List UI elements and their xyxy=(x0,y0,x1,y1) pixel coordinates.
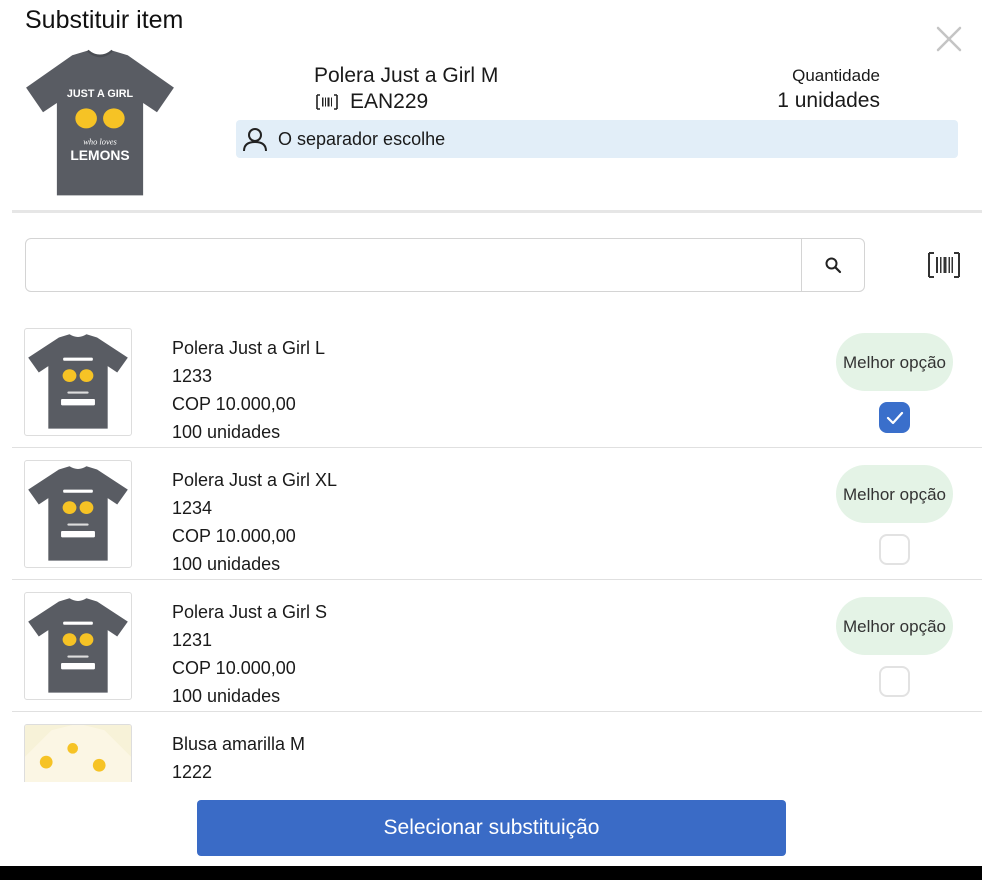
item-checkbox[interactable] xyxy=(879,402,910,433)
search-icon xyxy=(825,257,842,274)
barcode-scan-icon[interactable] xyxy=(928,252,960,278)
product-name: Polera Just a Girl M xyxy=(314,64,499,87)
item-code: 1233 xyxy=(172,366,213,386)
best-option-badge: Melhor opção xyxy=(836,333,953,391)
ean-code: EAN229 xyxy=(350,90,429,113)
product-image: JUST A GIRL who loves LEMONS xyxy=(20,46,180,200)
search-button[interactable] xyxy=(801,239,864,291)
shirt-icon xyxy=(24,592,132,700)
shirt-icon xyxy=(24,460,132,568)
item-name: Polera Just a Girl S xyxy=(172,602,328,622)
item-info: Polera Just a Girl L 1233 COP 10.000,00 … xyxy=(172,334,325,446)
item-info: Blusa amarilla M 1222 xyxy=(172,730,305,782)
item-stock: 100 unidades xyxy=(172,686,281,706)
item-stock: 100 unidades xyxy=(172,422,281,442)
item-price: COP 10.000,00 xyxy=(172,394,296,414)
item-name: Polera Just a Girl XL xyxy=(172,470,338,490)
list-item[interactable]: Polera Just a Girl S 1231 COP 10.000,00 … xyxy=(12,580,982,712)
header-divider xyxy=(12,210,982,213)
shirt-print-line1: JUST A GIRL xyxy=(67,88,134,100)
ean-row: EAN229 xyxy=(316,90,428,114)
item-info: Polera Just a Girl XL 1234 COP 10.000,00… xyxy=(172,466,337,578)
picker-choice-text: O separador escolhe xyxy=(278,128,446,149)
blouse-icon xyxy=(24,724,132,782)
item-code: 1231 xyxy=(172,630,213,650)
item-price: COP 10.000,00 xyxy=(172,526,296,546)
shirt-icon xyxy=(24,328,132,436)
search-bar xyxy=(25,238,865,292)
list-item[interactable]: Polera Just a Girl L 1233 COP 10.000,00 … xyxy=(12,316,982,448)
substitute-item-modal: Substituir item JUST A GIRL who loves LE… xyxy=(0,0,982,866)
shirt-print-line2: who loves xyxy=(83,137,117,147)
list-item[interactable]: Polera Just a Girl XL 1234 COP 10.000,00… xyxy=(12,448,982,580)
quantity-value: 1 unidades xyxy=(777,89,880,112)
select-substitution-button[interactable]: Selecionar substituição xyxy=(197,800,786,856)
picker-choice-banner: O separador escolhe xyxy=(236,120,958,158)
item-code: 1222 xyxy=(172,762,213,782)
item-checkbox[interactable] xyxy=(879,534,910,565)
item-code: 1234 xyxy=(172,498,213,518)
best-option-badge: Melhor opção xyxy=(836,597,953,655)
item-info: Polera Just a Girl S 1231 COP 10.000,00 … xyxy=(172,598,327,710)
list-item[interactable]: Blusa amarilla M 1222 xyxy=(12,712,982,782)
checkmark-icon xyxy=(886,411,903,424)
item-checkbox[interactable] xyxy=(879,666,910,697)
modal-title: Substituir item xyxy=(25,6,184,34)
item-name: Polera Just a Girl L xyxy=(172,338,326,358)
barcode-icon xyxy=(316,94,338,110)
shirt-print-line3: LEMONS xyxy=(70,147,129,163)
best-option-badge: Melhor opção xyxy=(836,465,953,523)
person-icon xyxy=(243,128,267,152)
item-name: Blusa amarilla M xyxy=(172,734,306,754)
item-stock: 100 unidades xyxy=(172,554,281,574)
item-price: COP 10.000,00 xyxy=(172,658,296,678)
quantity-label: Quantidade xyxy=(792,66,880,85)
substitution-list: Polera Just a Girl L 1233 COP 10.000,00 … xyxy=(12,316,982,782)
search-input[interactable] xyxy=(26,239,801,291)
close-icon[interactable] xyxy=(934,24,964,54)
